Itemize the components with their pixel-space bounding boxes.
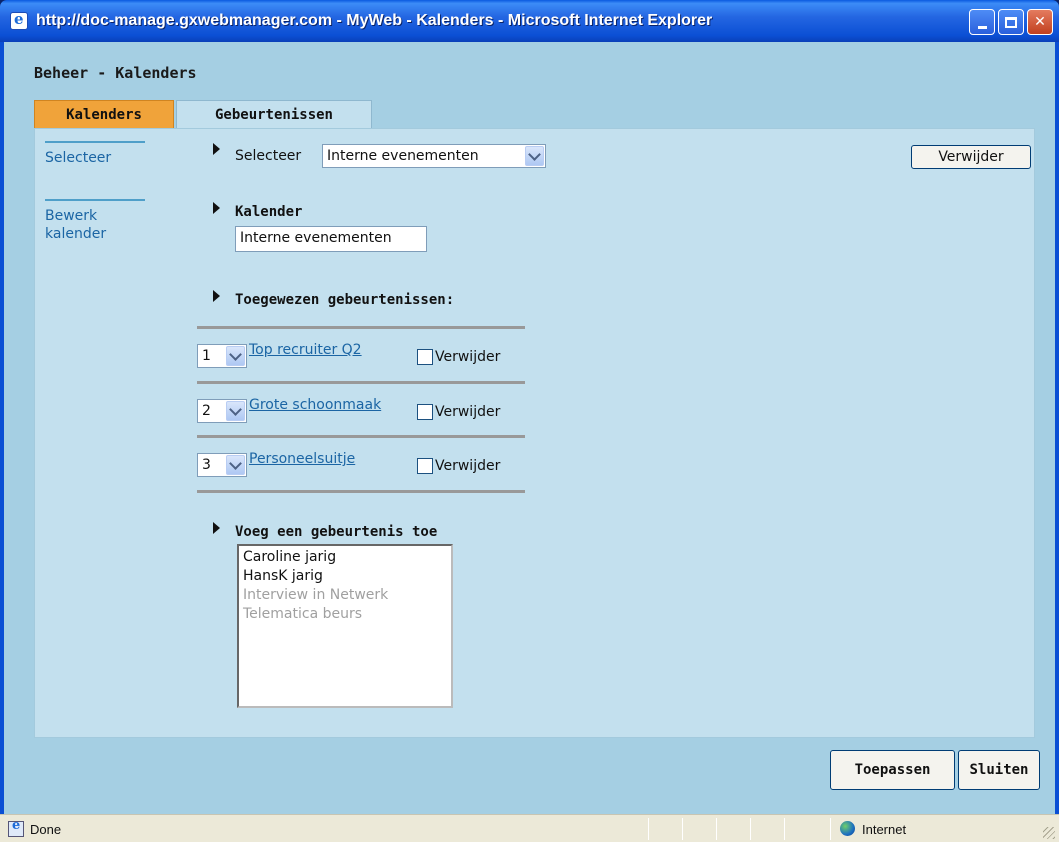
minimize-button[interactable] <box>969 9 995 35</box>
bullet-arrow-icon <box>213 202 220 214</box>
page-title: Beheer - Kalenders <box>34 64 197 82</box>
divider <box>197 381 525 384</box>
event-link[interactable]: Top recruiter Q2 <box>249 342 362 358</box>
event-order-value: 1 <box>202 348 211 364</box>
bullet-arrow-icon <box>213 143 220 155</box>
tab-bar: Kalenders Gebeurtenissen <box>34 100 372 128</box>
security-zone-label: Internet <box>862 822 907 837</box>
content-panel: Selecteer Bewerk kalender Selecteer Inte… <box>34 128 1035 738</box>
chevron-down-icon <box>226 455 245 475</box>
assigned-heading: Toegewezen gebeurtenissen: <box>235 292 455 308</box>
ie-icon <box>10 10 28 30</box>
divider <box>197 490 525 493</box>
delete-event-checkbox[interactable] <box>417 458 433 474</box>
calendar-heading: Kalender <box>235 204 303 220</box>
calendar-select[interactable]: Interne evenementen <box>322 144 546 168</box>
event-order-value: 3 <box>202 457 211 473</box>
divider <box>197 326 525 329</box>
close-button[interactable]: Sluiten <box>958 750 1040 790</box>
status-separator <box>682 818 683 840</box>
maximize-button[interactable] <box>998 9 1024 35</box>
event-link[interactable]: Personeelsuitje <box>249 451 355 467</box>
list-item[interactable]: HansK jarig <box>243 567 447 586</box>
add-event-heading: Voeg een gebeurtenis toe <box>235 524 438 540</box>
tab-gebeurtenissen[interactable]: Gebeurtenissen <box>176 100 372 128</box>
status-separator <box>830 818 831 840</box>
sidebar-item-bewerk-kalender[interactable]: Bewerk kalender <box>45 199 145 243</box>
delete-calendar-button[interactable]: Verwijder <box>911 145 1031 169</box>
chevron-down-icon <box>525 146 544 166</box>
minimize-icon <box>977 25 987 29</box>
status-separator <box>750 818 751 840</box>
event-order-select[interactable]: 3 <box>197 453 247 477</box>
delete-event-label: Verwijder <box>435 349 501 365</box>
delete-event-label: Verwijder <box>435 404 501 420</box>
calendar-name-field[interactable]: Interne evenementen <box>235 226 427 252</box>
event-order-select[interactable]: 2 <box>197 399 247 423</box>
list-item[interactable]: Caroline jarig <box>243 548 447 567</box>
delete-event-label: Verwijder <box>435 458 501 474</box>
bullet-arrow-icon <box>213 522 220 534</box>
delete-event-checkbox[interactable] <box>417 349 433 365</box>
list-item: Telematica beurs <box>243 606 363 622</box>
add-event-listbox[interactable]: Caroline jarig HansK jarig Interview in … <box>237 544 453 708</box>
status-separator <box>648 818 649 840</box>
title-bar[interactable]: http://doc-manage.gxwebmanager.com - MyW… <box>0 0 1059 42</box>
maximize-icon <box>1005 16 1017 28</box>
window-body: Beheer - Kalenders Kalenders Gebeurtenis… <box>0 42 1059 814</box>
event-link[interactable]: Grote schoonmaak <box>249 397 381 413</box>
bullet-arrow-icon <box>213 290 220 302</box>
status-bar: Done Internet <box>0 814 1059 842</box>
globe-icon <box>840 821 855 836</box>
chevron-down-icon <box>226 401 245 421</box>
resize-grip-icon[interactable] <box>1043 827 1055 839</box>
window-controls: ✕ <box>969 9 1053 35</box>
ie-page-icon <box>8 818 24 837</box>
chevron-down-icon <box>226 346 245 366</box>
divider <box>197 435 525 438</box>
delete-event-checkbox[interactable] <box>417 404 433 420</box>
status-separator <box>716 818 717 840</box>
apply-button[interactable]: Toepassen <box>830 750 955 790</box>
status-text: Done <box>30 822 62 837</box>
event-order-select[interactable]: 1 <box>197 344 247 368</box>
select-label: Selecteer <box>235 148 302 164</box>
calendar-select-value: Interne evenementen <box>327 148 479 164</box>
tab-kalenders[interactable]: Kalenders <box>34 100 174 128</box>
window-title: http://doc-manage.gxwebmanager.com - MyW… <box>36 12 713 29</box>
close-icon: ✕ <box>1034 14 1046 30</box>
sidebar-item-selecteer[interactable]: Selecteer <box>45 141 145 167</box>
list-item: Interview in Netwerk <box>243 587 389 603</box>
status-separator <box>784 818 785 840</box>
close-window-button[interactable]: ✕ <box>1027 9 1053 35</box>
event-order-value: 2 <box>202 403 211 419</box>
